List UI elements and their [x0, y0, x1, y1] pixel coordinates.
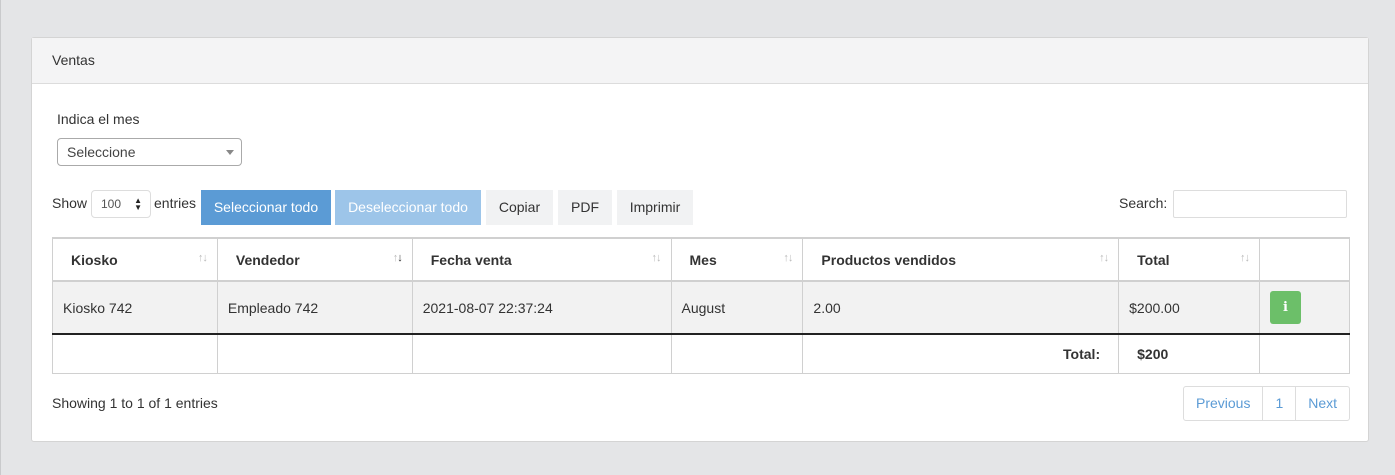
sort-icon: ↑↓ — [197, 252, 208, 264]
pagination: Previous 1 Next — [1183, 386, 1351, 421]
cell-actions: i — [1259, 280, 1350, 335]
column-header-total[interactable]: Total ↑↓ — [1118, 237, 1261, 282]
sort-icon: ↑↓ — [1099, 252, 1109, 264]
footer-total-label: Total: — [802, 333, 1120, 374]
deselect-all-button[interactable]: Deseleccionar todo — [335, 190, 481, 225]
sales-table: Kiosko ↑↓ Vendedor ↑↓ Fecha venta ↑↓ Mes ↑↓ … — [52, 237, 1350, 374]
column-header-fecha[interactable]: Fecha venta ↑↓ — [411, 237, 672, 282]
footer-total-value: $200 — [1118, 333, 1261, 374]
pdf-button[interactable]: PDF — [558, 190, 612, 225]
search-label: Search: — [1119, 195, 1168, 211]
cell-kiosko: Kiosko 742 — [52, 280, 218, 335]
column-header-vendedor[interactable]: Vendedor ↑↓ — [216, 237, 413, 282]
sort-updown-icon: ▲ ▼ — [134, 196, 142, 212]
table-footer-row: Total: $200 — [52, 333, 1350, 374]
cell-productos: 2.00 — [802, 280, 1120, 335]
table-info: Showing 1 to 1 of 1 entries — [52, 395, 218, 411]
sort-icon: ↑↓ — [783, 252, 793, 264]
previous-button[interactable]: Previous — [1184, 387, 1262, 420]
show-label: Show — [52, 195, 88, 211]
month-select[interactable]: Seleccione — [57, 138, 242, 166]
cell-mes: August — [670, 280, 804, 335]
copy-button[interactable]: Copiar — [486, 190, 553, 225]
cell-total: $200.00 — [1118, 280, 1261, 335]
month-filter-label: Indica el mes — [57, 111, 140, 127]
column-header-actions — [1259, 237, 1350, 282]
page-length-select[interactable]: 100 ▲ ▼ — [91, 190, 151, 218]
panel-title: Ventas — [32, 38, 1368, 84]
search-input[interactable] — [1173, 190, 1347, 218]
cell-vendedor: Empleado 742 — [216, 280, 413, 335]
next-button[interactable]: Next — [1295, 387, 1349, 420]
sort-icon: ↑↓ — [1240, 252, 1250, 264]
cell-fecha: 2021-08-07 22:37:24 — [411, 280, 672, 335]
column-header-productos[interactable]: Productos vendidos ↑↓ — [802, 237, 1120, 282]
entries-label: entries — [154, 195, 197, 211]
chevron-down-icon — [226, 150, 234, 155]
column-header-kiosko[interactable]: Kiosko ↑↓ — [52, 237, 218, 282]
select-all-button[interactable]: Seleccionar todo — [201, 190, 331, 225]
info-icon: i — [1283, 300, 1288, 315]
window-edge — [0, 0, 1, 475]
column-header-mes[interactable]: Mes ↑↓ — [670, 237, 804, 282]
sort-icon: ↑↓ — [651, 252, 662, 264]
month-select-value: Seleccione — [67, 144, 136, 160]
sort-desc-icon: ↑↓ — [392, 252, 403, 264]
sales-panel: Ventas Indica el mes Seleccione Show 100… — [31, 37, 1369, 442]
page-button-1[interactable]: 1 — [1262, 387, 1295, 420]
info-button[interactable]: i — [1270, 291, 1302, 324]
page-length-value: 100 — [101, 197, 122, 211]
print-button[interactable]: Imprimir — [617, 190, 693, 225]
table-row: Kiosko 742 Empleado 742 2021-08-07 22:37… — [52, 280, 1350, 335]
table-header-row: Kiosko ↑↓ Vendedor ↑↓ Fecha venta ↑↓ Mes ↑↓ … — [52, 237, 1350, 282]
